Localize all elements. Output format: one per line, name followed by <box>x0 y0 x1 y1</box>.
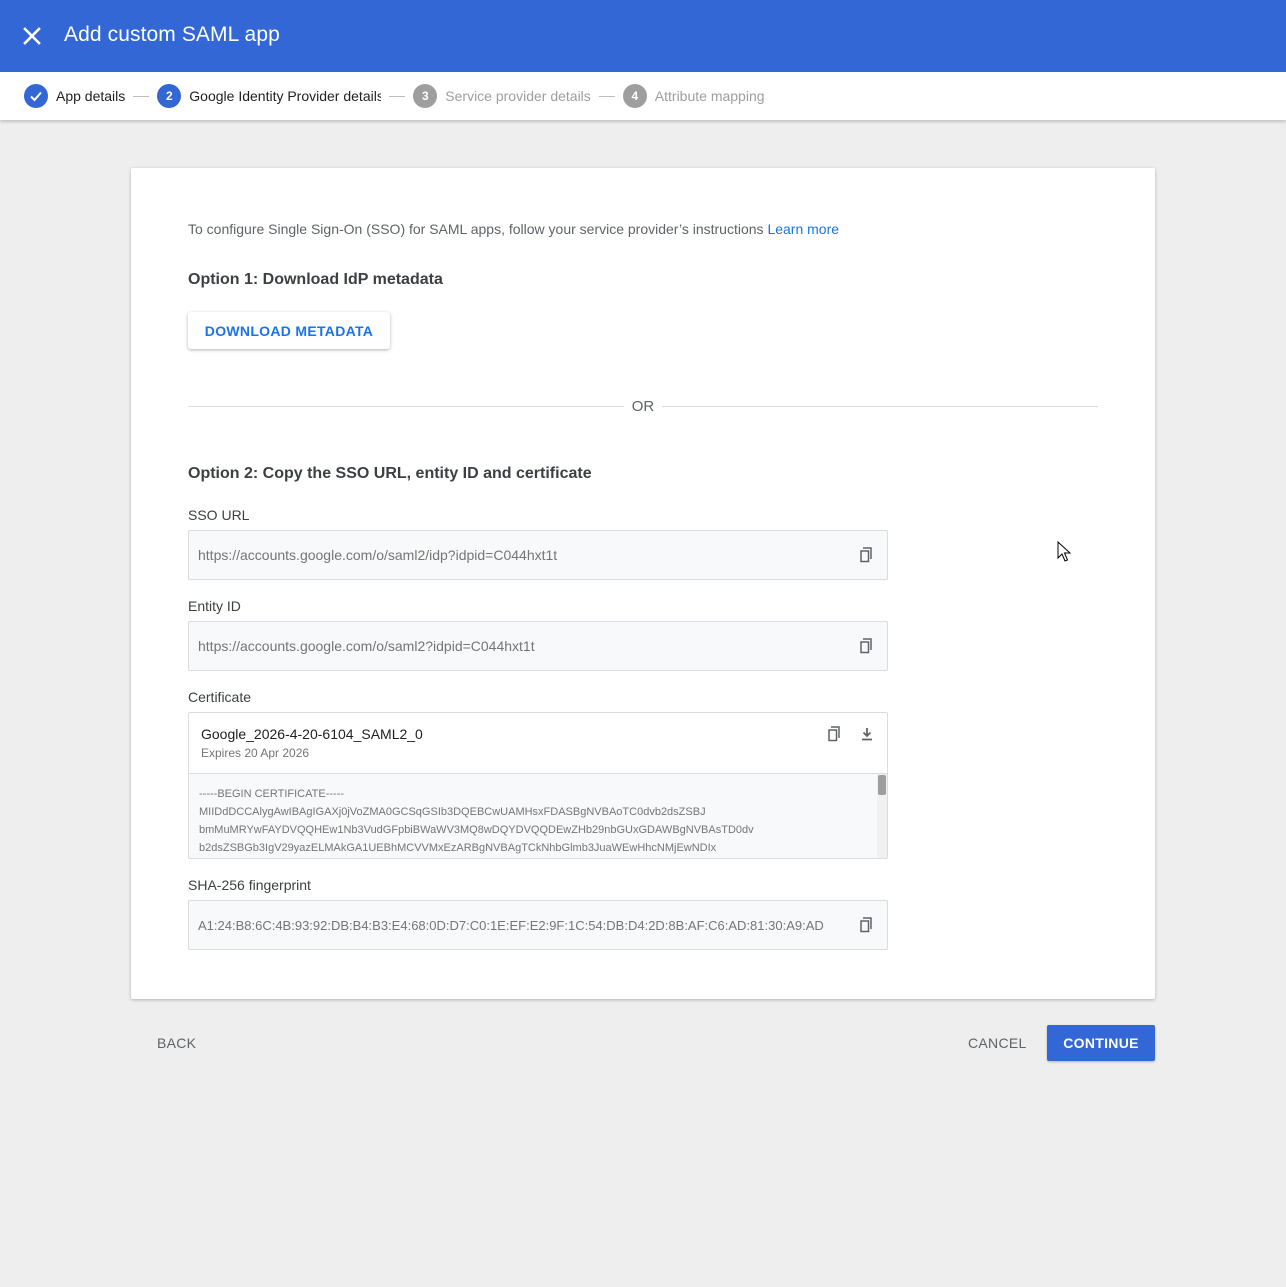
step-label: Service provider details <box>445 88 591 104</box>
step-attribute-mapping[interactable]: 4 Attribute mapping <box>622 84 765 108</box>
divider <box>662 406 1098 407</box>
sso-url-label: SSO URL <box>188 507 250 523</box>
entity-id-value: https://accounts.google.com/o/saml2?idpi… <box>198 638 535 654</box>
close-icon[interactable] <box>20 24 44 48</box>
copy-icon[interactable] <box>857 915 877 935</box>
entity-id-label: Entity ID <box>188 598 241 614</box>
fingerprint-label: SHA-256 fingerprint <box>188 877 311 893</box>
download-icon[interactable] <box>857 724 877 744</box>
idp-details-card: To configure Single Sign-On (SSO) for SA… <box>131 168 1155 999</box>
divider <box>188 406 624 407</box>
option1-heading: Option 1: Download IdP metadata <box>188 271 443 288</box>
back-button[interactable]: BACK <box>157 1035 196 1051</box>
step-separator <box>598 95 615 97</box>
certificate-name: Google_2026-4-20-6104_SAML2_0 <box>201 726 423 742</box>
stepper: App details 2 Google Identity Provider d… <box>0 72 1286 120</box>
or-separator: OR <box>631 398 655 415</box>
step-service-provider-details[interactable]: 3 Service provider details <box>413 84 591 108</box>
check-icon <box>24 84 48 108</box>
step-number: 3 <box>413 84 438 108</box>
cancel-button[interactable]: CANCEL <box>968 1035 1027 1051</box>
step-idp-details[interactable]: 2 Google Identity Provider details <box>157 84 381 108</box>
page-title: Add custom SAML app <box>64 23 280 46</box>
scrollbar[interactable] <box>877 774 887 858</box>
certificate-text-area[interactable]: -----BEGIN CERTIFICATE----- MIIDdDCCAlyg… <box>189 773 887 858</box>
fingerprint-field[interactable]: A1:24:B8:6C:4B:93:92:DB:B4:B3:E4:68:0D:D… <box>188 900 888 950</box>
app-bar: Add custom SAML app <box>0 0 1286 72</box>
sso-url-field[interactable]: https://accounts.google.com/o/saml2/idp?… <box>188 530 888 580</box>
fingerprint-value: A1:24:B8:6C:4B:93:92:DB:B4:B3:E4:68:0D:D… <box>198 918 824 933</box>
certificate-expiry: Expires 20 Apr 2026 <box>201 746 310 760</box>
copy-icon[interactable] <box>857 545 877 565</box>
step-number: 2 <box>157 84 182 108</box>
certificate-text: -----BEGIN CERTIFICATE----- MIIDdDCCAlyg… <box>199 788 754 854</box>
mouse-cursor-icon <box>1057 540 1072 563</box>
step-number: 4 <box>622 84 647 108</box>
option2-heading: Option 2: Copy the SSO URL, entity ID an… <box>188 465 592 482</box>
scrollbar-thumb[interactable] <box>878 775 886 795</box>
copy-icon[interactable] <box>857 636 877 656</box>
entity-id-field[interactable]: https://accounts.google.com/o/saml2?idpi… <box>188 621 888 671</box>
sso-url-value: https://accounts.google.com/o/saml2/idp?… <box>198 547 558 563</box>
copy-icon[interactable] <box>825 724 845 744</box>
certificate-box: Google_2026-4-20-6104_SAML2_0 Expires 20… <box>188 712 888 859</box>
step-separator <box>133 95 150 97</box>
step-label: Google Identity Provider details <box>189 88 382 104</box>
intro-text: To configure Single Sign-On (SSO) for SA… <box>188 221 839 237</box>
intro-message: To configure Single Sign-On (SSO) for SA… <box>188 221 768 237</box>
download-metadata-button[interactable]: DOWNLOAD METADATA <box>188 312 390 349</box>
learn-more-link[interactable]: Learn more <box>767 221 839 237</box>
step-app-details[interactable]: App details <box>24 84 125 108</box>
continue-button[interactable]: CONTINUE <box>1047 1025 1155 1061</box>
step-separator <box>389 95 406 97</box>
certificate-label: Certificate <box>188 689 252 705</box>
step-label: Attribute mapping <box>654 88 765 104</box>
step-label: App details <box>56 88 126 104</box>
